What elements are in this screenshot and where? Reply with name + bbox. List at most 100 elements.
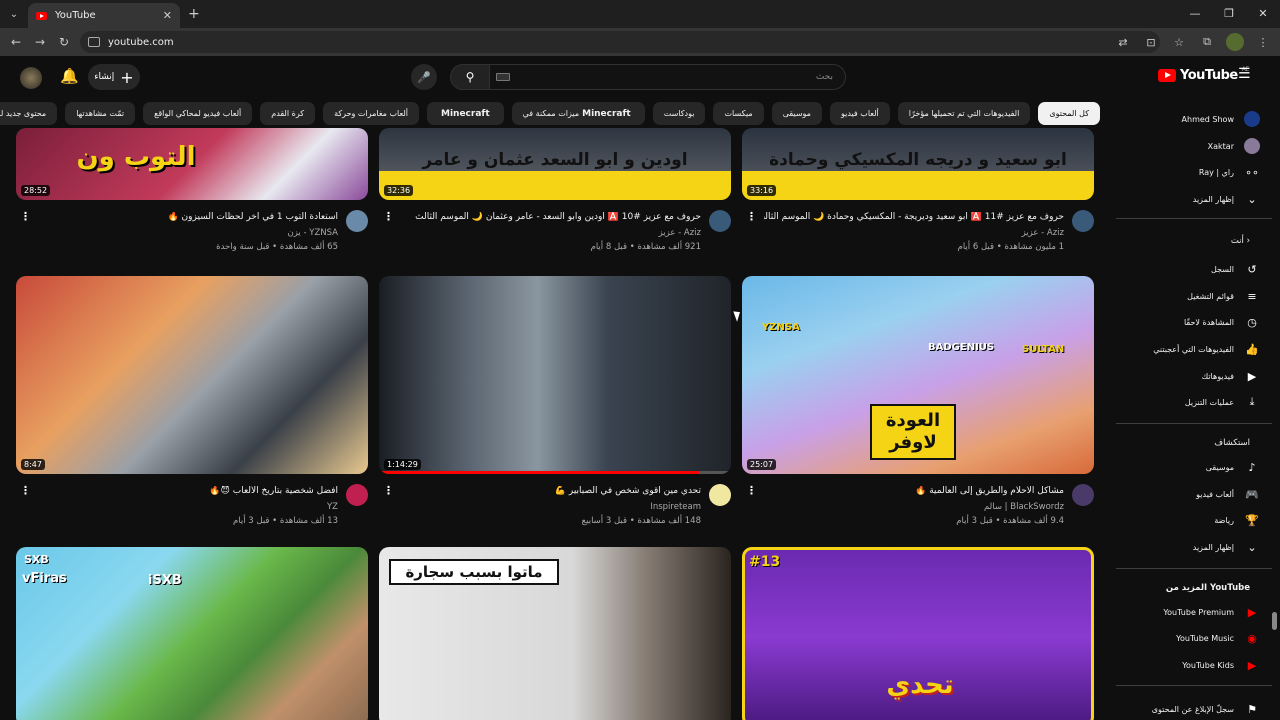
channel-avatar[interactable] [346, 210, 368, 232]
sidebar-item-youtube-music[interactable]: YouTube Music ◉ [1116, 627, 1260, 649]
video-thumbnail[interactable]: التوب ون 28:52 [16, 128, 368, 200]
chip-new-to-you[interactable]: محتوى جديد لك [0, 102, 58, 125]
channel-avatar[interactable] [1072, 210, 1094, 232]
chip-action-adventure[interactable]: ألعاب مغامرات وحركة [323, 102, 419, 125]
download-icon: ⤓ [1249, 395, 1255, 408]
sidebar-item-music[interactable]: موسيقى ♪ [1116, 456, 1260, 478]
chip-minecraft-features[interactable]: ميزات ممكنة في Minecraft [511, 102, 645, 125]
voice-search-mic-icon[interactable]: 🎤 [411, 64, 437, 90]
url-field[interactable]: youtube.com [80, 31, 1160, 53]
chip-simulation-games[interactable]: ألعاب فيديو لمحاكي الواقع [143, 102, 253, 125]
sidebar-item-history[interactable]: السجل ↺ [1116, 258, 1260, 280]
sidebar-section-you[interactable]: أنت › [1231, 236, 1250, 246]
bookmark-star-icon[interactable]: ☆ [1170, 33, 1188, 51]
extensions-icon[interactable]: ⧉ [1198, 33, 1216, 51]
more-actions-icon[interactable]: ⋮ [383, 484, 394, 497]
browser-tab-youtube[interactable]: YouTube ✕ [28, 3, 180, 28]
chip-football[interactable]: كرة القدم [260, 102, 316, 125]
sidebar-show-more[interactable]: إظهار المزيد ⌄ [1116, 188, 1260, 210]
channel-name[interactable]: يزن - YZNSA [287, 228, 338, 238]
sidebar-item-downloads[interactable]: عمليات التنزيل ⤓ [1116, 391, 1260, 413]
window-close-icon[interactable]: ✕ [1246, 0, 1280, 28]
site-info-icon[interactable] [88, 37, 100, 47]
sidebar-subscription[interactable]: Ray | راي ∘∘ [1116, 161, 1260, 183]
sidebar-item-sports[interactable]: رياضة 🏆 [1116, 509, 1260, 531]
reload-icon[interactable]: ↻ [52, 35, 76, 49]
more-actions-icon[interactable]: ⋮ [383, 210, 394, 223]
more-actions-icon[interactable]: ⋮ [746, 210, 757, 223]
chip-podcasts[interactable]: بودكاست [652, 102, 706, 125]
thumbnail-tag: SULTAN [1022, 344, 1065, 355]
video-title[interactable]: افضل شخصية بتاريخ الالعاب 😈🔥 [38, 486, 338, 496]
sidebar-subscription[interactable]: Ahmed Show [1116, 108, 1260, 130]
minimize-icon[interactable]: — [1178, 0, 1212, 28]
sidebar-item-report-history[interactable]: سجلّ الإبلاغ عن المحتوى ⚑ [1116, 698, 1260, 720]
sidebar-item-watch-later[interactable]: المشاهدة لاحقًا ◷ [1116, 311, 1260, 333]
video-thumbnail[interactable]: #13 تحدي [742, 547, 1094, 720]
video-thumbnail[interactable]: ابو سعيد و دريجه المكسيكي وحمادة 33:16 [742, 128, 1094, 200]
chip-recently-uploaded[interactable]: الفيديوهات التي تم تحميلها مؤخرًا [897, 102, 1031, 125]
chip-watched[interactable]: تمّت مشاهدتها [65, 102, 136, 125]
guide-menu-icon[interactable]: ☰ [1238, 67, 1254, 82]
video-thumbnail[interactable]: 1:14:29 [379, 276, 731, 474]
video-title[interactable]: استعادة التوب 1 في اخر لحظات السيزون 🔥 [38, 212, 338, 222]
tab-search-icon[interactable]: ⌄ [3, 3, 25, 25]
more-actions-icon[interactable]: ⋮ [746, 484, 757, 497]
video-thumbnail[interactable]: SXB vFiras iSXB [16, 547, 368, 720]
sidebar-item-youtube-premium[interactable]: YouTube Premium ▶ [1116, 601, 1260, 623]
chip-minecraft[interactable]: Minecraft [427, 102, 504, 125]
profile-avatar[interactable] [1226, 33, 1244, 51]
sidebar-section-more-from-youtube: المزيد من YouTube [1165, 583, 1250, 593]
video-thumbnail[interactable]: ماتوا بسبب سجارة [379, 547, 731, 720]
install-app-icon[interactable]: ⊡ [1142, 33, 1160, 51]
video-meta: استعادة التوب 1 في اخر لحظات السيزون 🔥 ي… [16, 210, 368, 262]
channel-name[interactable]: عزيز - Aziz [659, 228, 701, 238]
chip-all[interactable]: كل المحتوى [1038, 102, 1100, 125]
restore-icon[interactable]: ❐ [1212, 0, 1246, 28]
browser-menu-icon[interactable]: ⋮ [1254, 33, 1272, 51]
sidebar-item-label: إظهار المزيد [1192, 542, 1234, 552]
channel-avatar[interactable] [346, 484, 368, 506]
chevron-down-icon: ⌄ [1247, 192, 1257, 206]
channel-avatar[interactable] [1072, 484, 1094, 506]
forward-arrow-icon[interactable]: → [28, 35, 52, 49]
chip-video-games[interactable]: ألعاب فيديو [829, 102, 890, 125]
channel-avatar[interactable] [709, 210, 731, 232]
new-tab-button[interactable]: + [188, 6, 200, 22]
video-title[interactable]: تحدي مين أقوى شخص في الصبابير 💪 [401, 486, 701, 496]
keyboard-icon[interactable] [496, 73, 510, 81]
video-title[interactable]: حروف مع عزيز #10 🅰️ اودين وابو السعد - ع… [401, 212, 701, 222]
channel-name[interactable]: عزيز - Aziz [1022, 228, 1064, 238]
video-title[interactable]: مشاكل الاحلام والطريق إلى العالمية 🔥 [764, 486, 1064, 496]
tab-close-icon[interactable]: ✕ [163, 9, 172, 22]
sidebar-item-youtube-kids[interactable]: YouTube Kids ▶ [1116, 654, 1260, 676]
more-actions-icon[interactable]: ⋮ [20, 484, 31, 497]
channel-name[interactable]: Inspireteam [650, 502, 701, 512]
youtube-logo[interactable]: YouTube AE [1158, 66, 1249, 83]
create-button[interactable]: إنشاء + [88, 64, 140, 90]
back-arrow-icon[interactable]: ← [4, 35, 28, 49]
more-actions-icon[interactable]: ⋮ [20, 210, 31, 223]
account-avatar[interactable] [20, 67, 42, 89]
sidebar-show-more[interactable]: إظهار المزيد ⌄ [1116, 536, 1260, 558]
notifications-bell-icon[interactable]: 🔔 [60, 67, 79, 87]
sidebar-item-your-videos[interactable]: فيديوهاتك ▶ [1116, 365, 1260, 387]
video-thumbnail[interactable]: اودين و ابو السعد عثمان و عامر 32:36 [379, 128, 731, 200]
chip-music[interactable]: موسيقى [771, 102, 822, 125]
sidebar-item-gaming[interactable]: ألعاب فيديو 🎮 [1116, 483, 1260, 505]
channel-name[interactable]: YZ [327, 502, 338, 512]
channel-avatar[interactable] [709, 484, 731, 506]
sidebar-subscription[interactable]: Xaktar [1116, 135, 1260, 157]
page-scrollbar[interactable] [1272, 612, 1277, 630]
video-duration: 25:07 [747, 459, 777, 470]
search-button[interactable]: ⚲ [450, 64, 490, 90]
search-input[interactable]: بحث [490, 64, 846, 90]
translate-icon[interactable]: ⇄ [1114, 33, 1132, 51]
sidebar-item-liked[interactable]: الفيديوهات التي أعجبتني 👍 [1116, 338, 1260, 360]
video-thumbnail[interactable]: YZNSA BADGENIUS SULTAN العودة لاوفر 25:0… [742, 276, 1094, 474]
sidebar-item-playlists[interactable]: قوائم التشغيل ≡ [1116, 285, 1260, 307]
video-thumbnail[interactable]: 8:47 [16, 276, 368, 474]
video-title[interactable]: حروف مع عزيز #11 🅰️ ابو سعيد وديريجة - ا… [764, 212, 1064, 222]
channel-name[interactable]: سالم | BlackSwordz [984, 502, 1064, 512]
chip-mixes[interactable]: ميكسات [713, 102, 764, 125]
